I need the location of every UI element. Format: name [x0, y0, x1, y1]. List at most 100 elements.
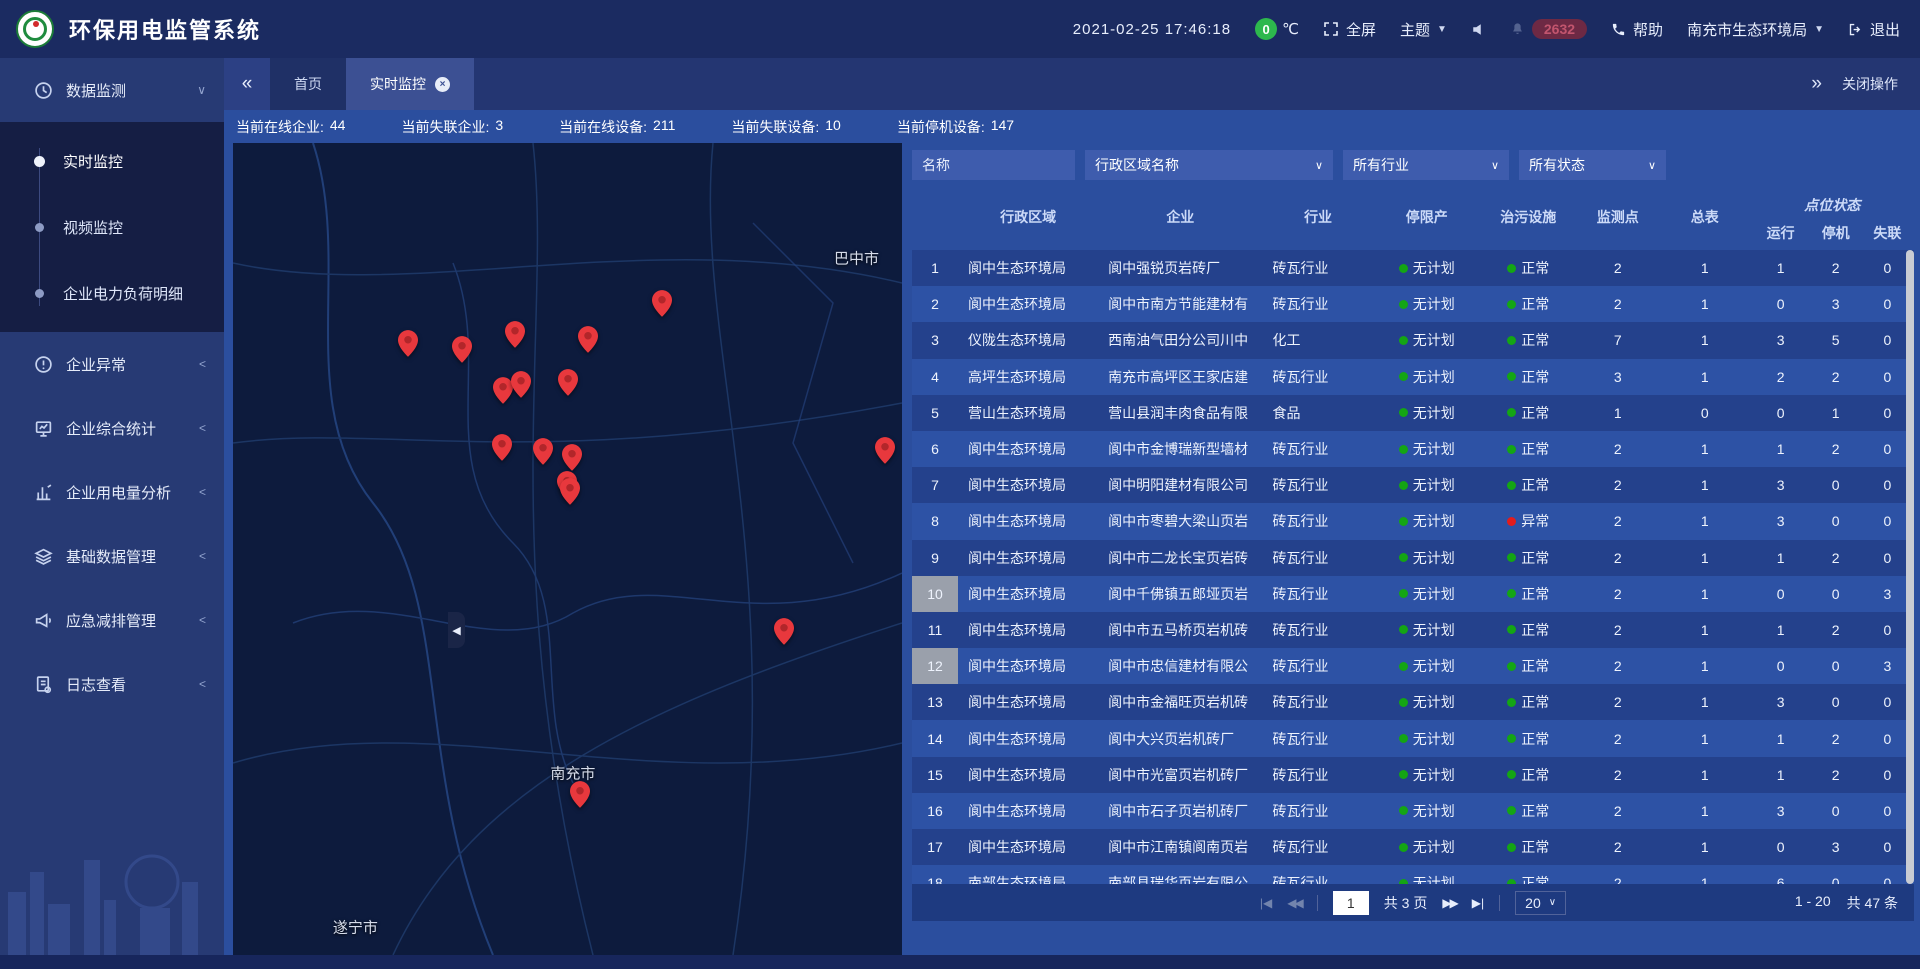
map-pin-icon[interactable]	[492, 434, 512, 461]
map-pin-icon[interactable]	[875, 437, 895, 464]
industry-select[interactable]: 所有行业 ∨	[1343, 150, 1509, 180]
status-select[interactable]: 所有状态 ∨	[1519, 150, 1666, 180]
map-pin-icon[interactable]	[558, 369, 578, 396]
cell-halt: 2	[1811, 720, 1861, 756]
map-pin-icon[interactable]	[560, 478, 580, 505]
chevron-down-icon: ∨	[1549, 897, 1556, 908]
status-dot-green	[1399, 662, 1408, 671]
tabs-scroll-right-button[interactable]: »	[1811, 73, 1822, 95]
cell-points: 2	[1577, 720, 1659, 756]
cell-industry: 砖瓦行业	[1262, 793, 1373, 829]
table-row[interactable]: 1阆中生态环境局阆中强锐页岩砖厂砖瓦行业无计划正常21120	[912, 250, 1914, 286]
cell-region: 阆中生态环境局	[958, 286, 1098, 322]
table-row[interactable]: 5营山生态环境局营山县润丰肉食品有限食品无计划正常10010	[912, 395, 1914, 431]
cell-industry: 砖瓦行业	[1262, 829, 1373, 865]
map-pin-icon[interactable]	[452, 336, 472, 363]
page-size-select[interactable]: 20 ∨	[1515, 891, 1566, 915]
cell-company: 南部县瑞华页岩有限公	[1098, 865, 1262, 884]
prev-page-button[interactable]: ◀◀	[1287, 896, 1301, 910]
cell-row-index: 18	[912, 865, 958, 884]
cell-stop-status: 无计划	[1374, 540, 1480, 576]
cell-meters: 1	[1659, 757, 1751, 793]
map-pin-icon[interactable]	[562, 444, 582, 471]
table-row[interactable]: 11阆中生态环境局阆中市五马桥页岩机砖砖瓦行业无计划正常21120	[912, 612, 1914, 648]
table-row[interactable]: 17阆中生态环境局阆中市江南镇阆南页岩砖瓦行业无计划正常21030	[912, 829, 1914, 865]
stats-bar: 当前在线企业:44 当前失联企业:3 当前在线设备:211 当前失联设备:10 …	[224, 110, 1920, 143]
table-row[interactable]: 10阆中生态环境局阆中千佛镇五郎垭页岩砖瓦行业无计划正常21003	[912, 576, 1914, 612]
sidebar-item-emergency-reduction[interactable]: 应急减排管理 <	[0, 588, 224, 652]
monitor-stats-icon	[34, 419, 53, 438]
map-pin-icon[interactable]	[398, 330, 418, 357]
table-row[interactable]: 15阆中生态环境局阆中市光富页岩机砖厂砖瓦行业无计划正常21120	[912, 757, 1914, 793]
table-row[interactable]: 12阆中生态环境局阆中市忠信建材有限公砖瓦行业无计划正常21003	[912, 648, 1914, 684]
map-pin-icon[interactable]	[505, 321, 525, 348]
table-row[interactable]: 6阆中生态环境局阆中市金博瑞新型墙材砖瓦行业无计划正常21120	[912, 431, 1914, 467]
first-page-button[interactable]: |◀	[1260, 896, 1272, 910]
theme-dropdown[interactable]: 主题 ▼	[1400, 19, 1447, 40]
map-pin-icon[interactable]	[774, 618, 794, 645]
map-pin-icon[interactable]	[511, 371, 531, 398]
table-row[interactable]: 18南部生态环境局南部县瑞华页岩有限公砖瓦行业无计划正常21600	[912, 865, 1914, 884]
sidebar-collapse-handle[interactable]: ◀	[448, 612, 465, 648]
table-row[interactable]: 4高坪生态环境局南充市高坪区王家店建砖瓦行业无计划正常31220	[912, 359, 1914, 395]
last-page-button[interactable]: ▶|	[1472, 896, 1484, 910]
table-row[interactable]: 13阆中生态环境局阆中市金福旺页岩机砖砖瓦行业无计划正常21300	[912, 684, 1914, 720]
next-page-button[interactable]: ▶▶	[1442, 896, 1456, 910]
map-pin-icon[interactable]	[578, 326, 598, 353]
chevron-down-icon: ∨	[1315, 159, 1323, 172]
alerts-indicator[interactable]: 2632	[1510, 19, 1587, 39]
tabs-scroll-left-button[interactable]: «	[224, 58, 270, 110]
status-dot-green	[1399, 553, 1408, 562]
cell-industry: 砖瓦行业	[1262, 612, 1373, 648]
tab-label: 首页	[294, 74, 322, 94]
cell-region: 仪陇生态环境局	[958, 322, 1098, 358]
region-select[interactable]: 行政区域名称 ∨	[1085, 150, 1333, 180]
header-row-index	[912, 184, 958, 250]
tab-close-icon[interactable]: ×	[435, 77, 450, 92]
sidebar-item-log-view[interactable]: 日志查看 <	[0, 652, 224, 716]
table-row[interactable]: 16阆中生态环境局阆中市石子页岩机砖厂砖瓦行业无计划正常21300	[912, 793, 1914, 829]
sidebar-item-base-data-management[interactable]: 基础数据管理 <	[0, 524, 224, 588]
map-pin-icon[interactable]	[652, 290, 672, 317]
table-row[interactable]: 3仪陇生态环境局西南油气田分公司川中化工无计划正常71350	[912, 322, 1914, 358]
org-dropdown[interactable]: 南充市生态环境局 ▼	[1687, 19, 1824, 40]
sidebar-item-data-monitoring[interactable]: 数据监测 ∨	[0, 58, 224, 122]
table-row[interactable]: 7阆中生态环境局阆中明阳建材有限公司砖瓦行业无计划正常21300	[912, 467, 1914, 503]
mute-button[interactable]	[1471, 22, 1486, 37]
table-row[interactable]: 2阆中生态环境局阆中市南方节能建材有砖瓦行业无计划正常21030	[912, 286, 1914, 322]
cell-meters: 1	[1659, 793, 1751, 829]
sidebar-subitem-realtime-monitor[interactable]: 实时监控	[0, 128, 224, 194]
logout-button[interactable]: 退出	[1848, 19, 1900, 40]
sidebar-item-power-usage-analysis[interactable]: 企业用电量分析 <	[0, 460, 224, 524]
map-canvas[interactable]: 巴中市南充市遂宁市	[233, 143, 902, 955]
table-row[interactable]: 8阆中生态环境局阆中市枣碧大梁山页岩砖瓦行业无计划异常21300	[912, 503, 1914, 539]
cell-industry: 砖瓦行业	[1262, 865, 1373, 884]
help-button[interactable]: 帮助	[1611, 19, 1663, 40]
cell-meters: 1	[1659, 612, 1751, 648]
sidebar-subitem-power-load-detail[interactable]: 企业电力负荷明细	[0, 260, 224, 326]
table-scrollbar[interactable]	[1906, 250, 1914, 884]
enterprise-panel: 行政区域名称 ∨ 所有行业 ∨ 所有状态 ∨ 行政区域 企业	[912, 143, 1914, 955]
map-pin-icon[interactable]	[533, 438, 553, 465]
cell-row-index: 12	[912, 648, 958, 684]
table-row[interactable]: 14阆中生态环境局阆中大兴页岩机砖厂砖瓦行业无计划正常21120	[912, 720, 1914, 756]
cell-facility-status: 正常	[1480, 576, 1577, 612]
map-pin-icon[interactable]	[570, 781, 590, 808]
cell-company: 阆中千佛镇五郎垭页岩	[1098, 576, 1262, 612]
sidebar-subitem-video-monitor[interactable]: 视频监控	[0, 194, 224, 260]
sidebar-item-enterprise-abnormal[interactable]: 企业异常 <	[0, 332, 224, 396]
tab-realtime-monitor[interactable]: 实时监控 ×	[346, 58, 474, 110]
table-row[interactable]: 9阆中生态环境局阆中市二龙长宝页岩砖砖瓦行业无计划正常21120	[912, 540, 1914, 576]
pagination-bar: |◀ ◀◀ 共 3 页 ▶▶ ▶| 20 ∨ 1	[912, 884, 1914, 921]
header-halt: 停机	[1811, 216, 1861, 250]
cell-meters: 1	[1659, 684, 1751, 720]
sidebar-item-enterprise-statistics[interactable]: 企业综合统计 <	[0, 396, 224, 460]
close-operations-button[interactable]: 关闭操作	[1842, 74, 1898, 94]
page-input[interactable]	[1333, 891, 1369, 915]
tab-home[interactable]: 首页	[270, 58, 346, 110]
cell-company: 阆中市二龙长宝页岩砖	[1098, 540, 1262, 576]
name-search-input[interactable]	[912, 150, 1075, 180]
fullscreen-button[interactable]: 全屏	[1323, 19, 1376, 40]
cell-region: 阆中生态环境局	[958, 503, 1098, 539]
cell-points: 2	[1577, 829, 1659, 865]
